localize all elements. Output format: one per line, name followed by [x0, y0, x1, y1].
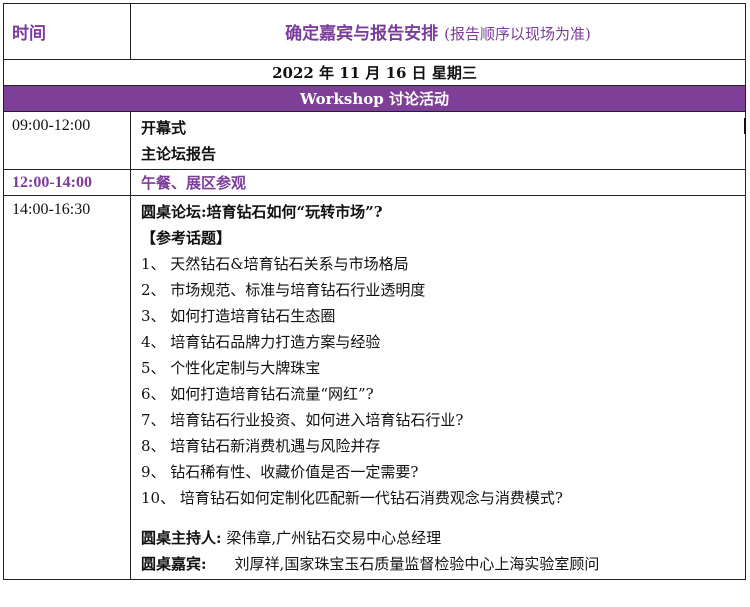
title-cell: 确定嘉宾与报告安排 (报告顺序以现场为准): [130, 3, 746, 60]
guest-name: 刘厚祥,国家珠宝玉石质量监督检验中心上海实验室顾问: [234, 555, 600, 573]
session-time: 09:00-12:00: [3, 111, 131, 170]
guest-label: 圆桌嘉宾:: [141, 555, 207, 573]
lunch-row: 12:00-14:00 午餐、展区参观: [3, 169, 746, 196]
host-label: 圆桌主持人:: [141, 529, 222, 547]
text-cursor: [744, 118, 746, 134]
guest-line: 圆桌嘉宾: 刘厚祥,国家珠宝玉石质量监督检验中心上海实验室顾问: [141, 551, 745, 577]
lunch-text: 午餐、展区参观: [130, 169, 746, 196]
session-line: 主论坛报告: [141, 145, 217, 163]
schedule-table: 时间 确定嘉宾与报告安排 (报告顺序以现场为准) 2022 年 11 月 16 日…: [3, 3, 746, 580]
topics-header: 【参考话题】: [141, 229, 232, 247]
title-note: (报告顺序以现场为准): [444, 25, 591, 43]
date-row: 2022 年 11 月 16 日 星期三: [3, 59, 746, 86]
session-row: 14:00-16:30 圆桌论坛:培育钻石如何“玩转市场”? 【参考话题】 1、…: [3, 195, 746, 580]
session-line: 开幕式: [141, 119, 187, 137]
topic-item: 8、 培育钻石新消费机遇与风险并存: [141, 437, 381, 455]
page-title: 确定嘉宾与报告安排: [285, 24, 439, 44]
topic-item: 7、 培育钻石行业投资、如何进入培育钻石行业?: [141, 411, 464, 429]
roundtable-title: 圆桌论坛:培育钻石如何“玩转市场”?: [141, 203, 383, 221]
workshop-bar: Workshop 讨论活动: [3, 85, 746, 112]
topic-item: 3、 如何打造培育钻石生态圈: [141, 307, 336, 325]
session-time: 14:00-16:30: [3, 195, 131, 580]
date-line: 2022 年 11 月 16 日 星期三: [3, 59, 746, 86]
host-name: 梁伟章,广州钻石交易中心总经理: [226, 529, 442, 547]
topic-item: 5、 个性化定制与大牌珠宝: [141, 359, 321, 377]
workshop-row: Workshop 讨论活动: [3, 85, 746, 112]
topic-item: 6、 如何打造培育钻石流量“网红”?: [141, 385, 374, 403]
host-line: 圆桌主持人: 梁伟章,广州钻石交易中心总经理: [141, 525, 745, 551]
topic-item: 1、 天然钻石&培育钻石关系与市场格局: [141, 255, 409, 273]
session-row: 09:00-12:00 开幕式 主论坛报告: [3, 111, 746, 170]
time-column-header: 时间: [3, 3, 131, 60]
topic-item: 4、 培育钻石品牌力打造方案与经验: [141, 333, 381, 351]
topic-item: 10、 培育钻石如何定制化匹配新一代钻石消费观念与消费模式?: [141, 489, 563, 507]
topic-item: 9、 钻石稀有性、收藏价值是否一定需要?: [141, 463, 419, 481]
session-content: 开幕式 主论坛报告: [130, 111, 746, 170]
session-content: 圆桌论坛:培育钻石如何“玩转市场”? 【参考话题】 1、 天然钻石&培育钻石关系…: [130, 195, 746, 580]
header-row: 时间 确定嘉宾与报告安排 (报告顺序以现场为准): [3, 3, 746, 60]
topic-item: 2、 市场规范、标准与培育钻石行业透明度: [141, 281, 426, 299]
lunch-time: 12:00-14:00: [3, 169, 131, 196]
